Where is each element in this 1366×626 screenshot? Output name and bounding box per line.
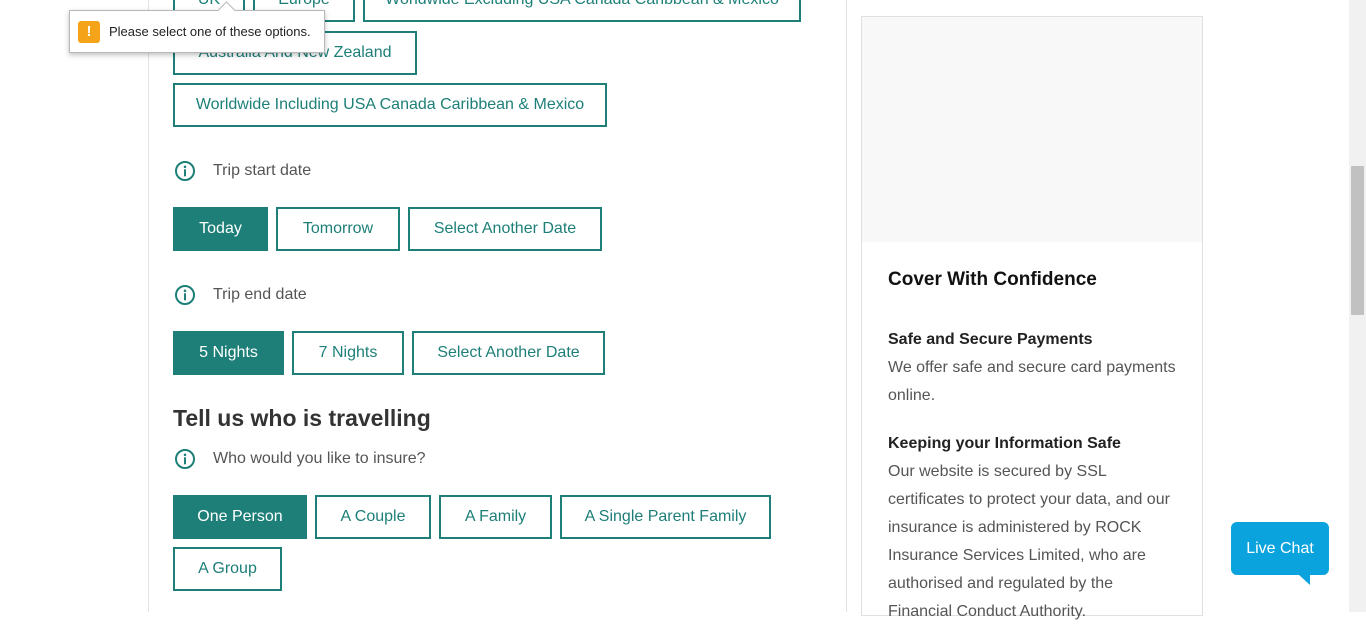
info-icon[interactable] bbox=[174, 284, 196, 306]
trip-end-label-row: Trip end date bbox=[174, 283, 307, 307]
live-chat-bubble-tail bbox=[1298, 574, 1310, 585]
info-safe-text-line: insurance is administered by ROCK bbox=[888, 519, 1142, 536]
travellers-group-button[interactable]: A Group bbox=[173, 547, 282, 591]
travellers-question-label: Who would you like to insure? bbox=[213, 450, 426, 467]
trip-start-tomorrow-button[interactable]: Tomorrow bbox=[276, 207, 400, 251]
travellers-single-parent-family-button[interactable]: A Single Parent Family bbox=[560, 495, 771, 539]
trip-start-another-date-button[interactable]: Select Another Date bbox=[408, 207, 602, 251]
info-icon[interactable] bbox=[174, 448, 196, 470]
trip-end-another-date-button[interactable]: Select Another Date bbox=[412, 331, 605, 375]
validation-message: Please select one of these options. bbox=[109, 24, 311, 39]
info-safe-text-line: Financial Conduct Authority. bbox=[888, 603, 1087, 620]
region-option-worldwide-excluding-usa[interactable]: Worldwide Excluding USA Canada Caribbean… bbox=[363, 0, 801, 22]
info-safe-heading: Keeping your Information Safe bbox=[888, 435, 1121, 452]
trip-start-label-row: Trip start date bbox=[174, 159, 311, 183]
info-safe-text-line: certificates to protect your data, and o… bbox=[888, 491, 1170, 508]
info-safe-text-line: Insurance Services Limited, who are bbox=[888, 547, 1146, 564]
info-safe-text-line: Our website is secured by SSL bbox=[888, 463, 1107, 480]
validation-tooltip: ! Please select one of these options. bbox=[69, 1, 325, 53]
page-scrollbar[interactable] bbox=[1349, 0, 1366, 612]
card-image-placeholder bbox=[862, 17, 1202, 242]
payments-text-line: We offer safe and secure card payments bbox=[888, 359, 1176, 376]
travellers-family-button[interactable]: A Family bbox=[439, 495, 552, 539]
trip-start-today-button[interactable]: Today bbox=[173, 207, 268, 251]
travellers-one-person-button[interactable]: One Person bbox=[173, 495, 307, 539]
trip-end-7-nights-button[interactable]: 7 Nights bbox=[292, 331, 404, 375]
cover-with-confidence-card: Cover With Confidence Safe and Secure Pa… bbox=[861, 16, 1203, 620]
payments-text-line: online. bbox=[888, 387, 936, 404]
warning-icon: ! bbox=[78, 20, 100, 43]
card-title: Cover With Confidence bbox=[888, 269, 1097, 290]
trip-end-label: Trip end date bbox=[213, 286, 307, 303]
scrollbar-thumb[interactable] bbox=[1351, 166, 1364, 315]
info-safe-text-line: authorised and regulated by the bbox=[888, 575, 1114, 592]
live-chat-button[interactable]: Live Chat bbox=[1231, 522, 1329, 575]
info-icon[interactable] bbox=[174, 160, 196, 182]
travellers-couple-button[interactable]: A Couple bbox=[315, 495, 431, 539]
payments-heading: Safe and Secure Payments bbox=[888, 331, 1093, 348]
region-option-worldwide-including-usa[interactable]: Worldwide Including USA Canada Caribbean… bbox=[173, 83, 607, 127]
travellers-question-row: Who would you like to insure? bbox=[174, 447, 426, 471]
travellers-section-title: Tell us who is travelling bbox=[173, 405, 431, 431]
trip-start-label: Trip start date bbox=[213, 162, 312, 179]
trip-end-5-nights-button[interactable]: 5 Nights bbox=[173, 331, 284, 375]
